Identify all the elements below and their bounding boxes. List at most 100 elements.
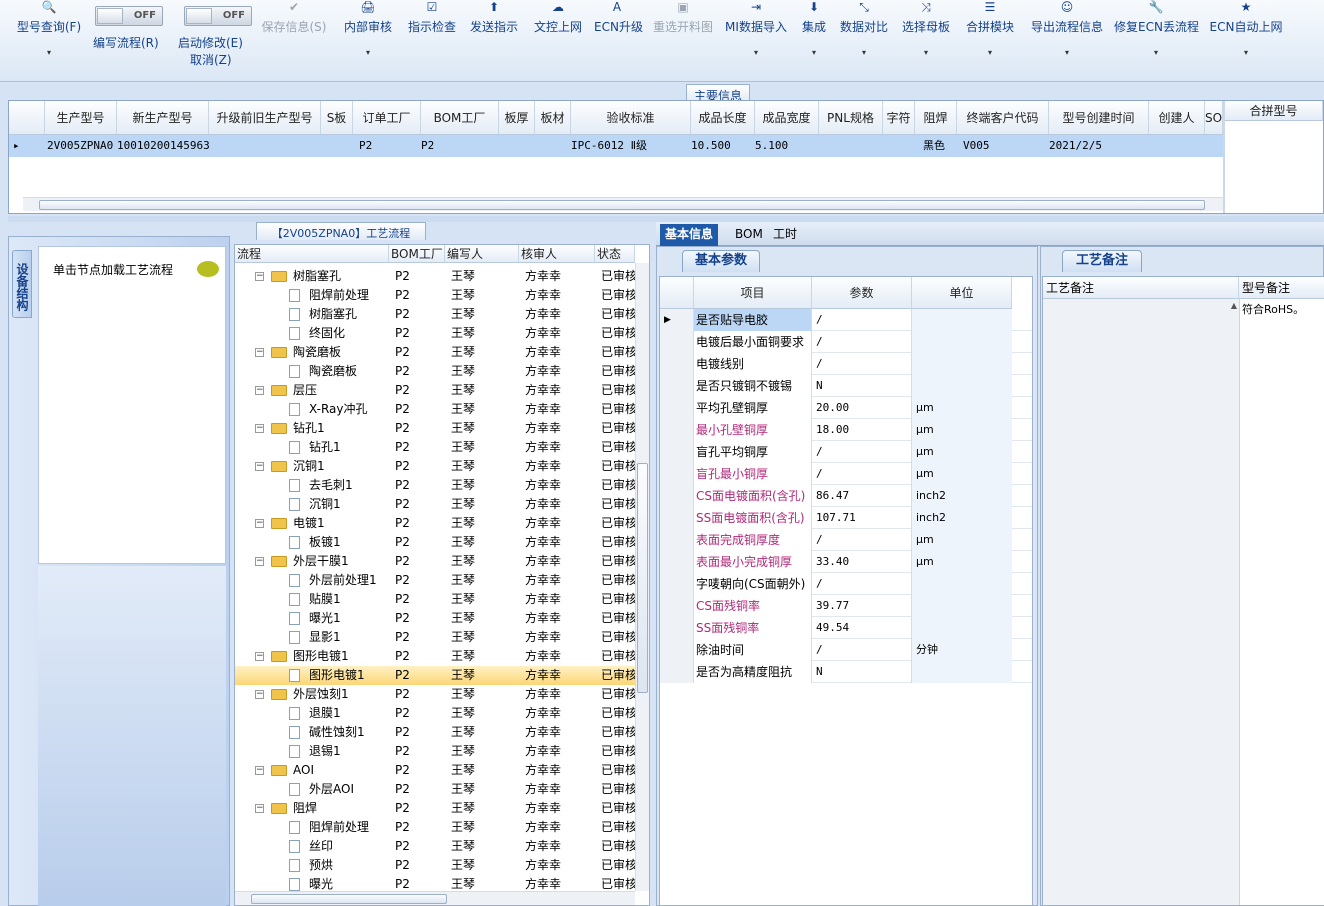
process-name[interactable]: 树脂塞孔	[293, 267, 341, 286]
process-row[interactable]: 板镀1 P2 王琴 方幸幸 已审核	[235, 533, 637, 552]
main-col-5[interactable]: BOM工厂	[421, 101, 499, 135]
main-col-11[interactable]: PNL规格	[819, 101, 883, 135]
expand-toggle-icon[interactable]: −	[255, 652, 264, 661]
params-col-1[interactable]: 参数	[812, 277, 912, 309]
process-name[interactable]: 曝光1	[309, 609, 341, 628]
process-row[interactable]: − 电镀1 P2 王琴 方幸幸 已审核	[235, 514, 637, 533]
process-row[interactable]: 退锡1 P2 王琴 方幸幸 已审核	[235, 742, 637, 761]
process-row[interactable]: 曝光1 P2 王琴 方幸幸 已审核	[235, 609, 637, 628]
main-col-12[interactable]: 字符	[883, 101, 915, 135]
tab-process-remarks[interactable]: 工艺备注	[1062, 250, 1142, 272]
expand-toggle-icon[interactable]: −	[255, 348, 264, 357]
process-col-0[interactable]: 流程	[235, 245, 389, 263]
process-name[interactable]: 陶瓷磨板	[309, 362, 357, 381]
expand-toggle-icon[interactable]: −	[255, 690, 264, 699]
param-value[interactable]: 33.40	[812, 551, 912, 573]
main-cell-4[interactable]: P2	[359, 135, 372, 157]
params-col-2[interactable]: 单位	[912, 277, 1012, 309]
main-cell-14[interactable]: V005	[963, 135, 990, 157]
process-hscroll-thumb[interactable]	[251, 894, 447, 904]
process-name[interactable]: X-Ray冲孔	[309, 400, 367, 419]
param-value[interactable]: /	[812, 441, 912, 463]
main-cell-10[interactable]: 5.100	[755, 135, 788, 157]
process-row[interactable]: 丝印 P2 王琴 方幸幸 已审核	[235, 837, 637, 856]
main-cell-1[interactable]: 10010200145963	[117, 135, 210, 157]
param-row[interactable]: 表面完成铜厚度 / μm	[660, 529, 1032, 551]
process-row[interactable]: − 层压 P2 王琴 方幸幸 已审核	[235, 381, 637, 400]
main-col-7[interactable]: 板材	[535, 101, 571, 135]
process-name[interactable]: 陶瓷磨板	[293, 343, 341, 362]
process-row[interactable]: 预烘 P2 王琴 方幸幸 已审核	[235, 856, 637, 875]
process-row[interactable]: 贴膜1 P2 王琴 方幸幸 已审核	[235, 590, 637, 609]
param-row[interactable]: 最小孔壁铜厚 18.00 μm	[660, 419, 1032, 441]
main-col-16[interactable]: 创建人	[1149, 101, 1205, 135]
process-hscroll[interactable]	[235, 891, 635, 905]
main-col-13[interactable]: 阻焊	[915, 101, 957, 135]
toolbar-dropdown-9[interactable]: ▾	[800, 48, 828, 57]
toolbar-button-0[interactable]: 🔍 型号查询(F) ▾	[6, 0, 92, 80]
process-row[interactable]: 外层前处理1 P2 王琴 方幸幸 已审核	[235, 571, 637, 590]
param-value[interactable]: 86.47	[812, 485, 912, 507]
process-name[interactable]: 阻焊前处理	[309, 818, 369, 837]
tab-basic-params[interactable]: 基本参数	[682, 250, 760, 272]
process-name[interactable]: 外层蚀刻1	[293, 685, 349, 704]
process-col-4[interactable]: 状态	[595, 245, 635, 263]
param-row[interactable]: CS面电镀面积(含孔) 86.47 inch2	[660, 485, 1032, 507]
toolbar-dropdown-8[interactable]: ▾	[724, 48, 788, 57]
process-name[interactable]: 图形电镀1	[293, 647, 349, 666]
model-remark-cell[interactable]: 符合RoHS。	[1239, 299, 1324, 905]
param-row[interactable]: 表面最小完成铜厚 33.40 μm	[660, 551, 1032, 573]
process-row[interactable]: 退膜1 P2 王琴 方幸幸 已审核	[235, 704, 637, 723]
param-value[interactable]: /	[812, 573, 912, 595]
toolbar-button-10[interactable]: ⤡ 数据对比 ▾	[838, 0, 890, 80]
main-hscroll-thumb[interactable]	[39, 200, 1205, 210]
process-row[interactable]: 阻焊前处理 P2 王琴 方幸幸 已审核	[235, 286, 637, 305]
process-name[interactable]: 终固化	[309, 324, 345, 343]
toolbar-button-12[interactable]: ☰ 合拼模块 ▾	[964, 0, 1016, 80]
process-row[interactable]: − 阻焊 P2 王琴 方幸幸 已审核	[235, 799, 637, 818]
param-row[interactable]: 除油时间 / 分钟	[660, 639, 1032, 661]
process-row[interactable]: 钻孔1 P2 王琴 方幸幸 已审核	[235, 438, 637, 457]
process-row[interactable]: 碱性蚀刻1 P2 王琴 方幸幸 已审核	[235, 723, 637, 742]
process-row[interactable]: 阻焊前处理 P2 王琴 方幸幸 已审核	[235, 818, 637, 837]
process-name[interactable]: 树脂塞孔	[309, 305, 357, 324]
param-row[interactable]: 平均孔壁铜厚 20.00 μm	[660, 397, 1032, 419]
remark-scrollbar[interactable]: ▲	[1229, 301, 1239, 905]
process-row[interactable]: − 沉铜1 P2 王琴 方幸幸 已审核	[235, 457, 637, 476]
toolbar-dropdown-14[interactable]: ▾	[1114, 48, 1198, 57]
param-row[interactable]: 是否只镀铜不镀锡 N	[660, 375, 1032, 397]
expand-toggle-icon[interactable]: −	[255, 519, 264, 528]
main-col-3[interactable]: S板	[321, 101, 353, 135]
main-cell-15[interactable]: 2021/2/5	[1049, 135, 1102, 157]
process-name[interactable]: 阻焊	[293, 799, 317, 818]
param-value[interactable]: N	[812, 375, 912, 397]
main-cell-13[interactable]: 黑色	[923, 135, 945, 157]
toolbar-button-8[interactable]: ⇥ MI数据导入 ▾	[724, 0, 788, 80]
process-name[interactable]: 外层前处理1	[309, 571, 377, 590]
param-value[interactable]: /	[812, 463, 912, 485]
expand-toggle-icon[interactable]: −	[255, 766, 264, 775]
toolbar-button-9[interactable]: ⬇ 集成 ▾	[800, 0, 828, 80]
process-row[interactable]: − 外层蚀刻1 P2 王琴 方幸幸 已审核	[235, 685, 637, 704]
process-row[interactable]: X-Ray冲孔 P2 王琴 方幸幸 已审核	[235, 400, 637, 419]
toolbar-button-5[interactable]: ☁ 文控上网	[530, 0, 586, 80]
process-name[interactable]: 退膜1	[309, 704, 341, 723]
process-name[interactable]: 钻孔1	[309, 438, 341, 457]
process-name[interactable]: 层压	[293, 381, 317, 400]
detail-tab-0[interactable]: 基本信息	[660, 224, 719, 246]
toolbar-button-13[interactable]: ☺ 导出流程信息 ▾	[1026, 0, 1108, 80]
process-name[interactable]: 沉铜1	[309, 495, 341, 514]
toolbar-button-2[interactable]: 🖨 内部审核 ▾	[340, 0, 396, 80]
process-name[interactable]: AOI	[293, 761, 314, 780]
process-row[interactable]: 显影1 P2 王琴 方幸幸 已审核	[235, 628, 637, 647]
main-col-0[interactable]: 生产型号	[45, 101, 117, 135]
detail-tab-2[interactable]: 工时	[768, 224, 802, 246]
param-row[interactable]: 字唛朝向(CS面朝外) /	[660, 573, 1032, 595]
toolbar-button-14[interactable]: 🔧 修复ECN丢流程 ▾	[1114, 0, 1199, 80]
param-row[interactable]: 盲孔平均铜厚 / μm	[660, 441, 1032, 463]
toolbar-button-11[interactable]: ⤨ 选择母板 ▾	[900, 0, 952, 80]
process-row[interactable]: − 树脂塞孔 P2 王琴 方幸幸 已审核	[235, 267, 637, 286]
param-row[interactable]: 电镀线别 /	[660, 353, 1032, 375]
process-vscroll-thumb[interactable]	[637, 463, 648, 693]
main-col-2[interactable]: 升级前旧生产型号	[209, 101, 321, 135]
